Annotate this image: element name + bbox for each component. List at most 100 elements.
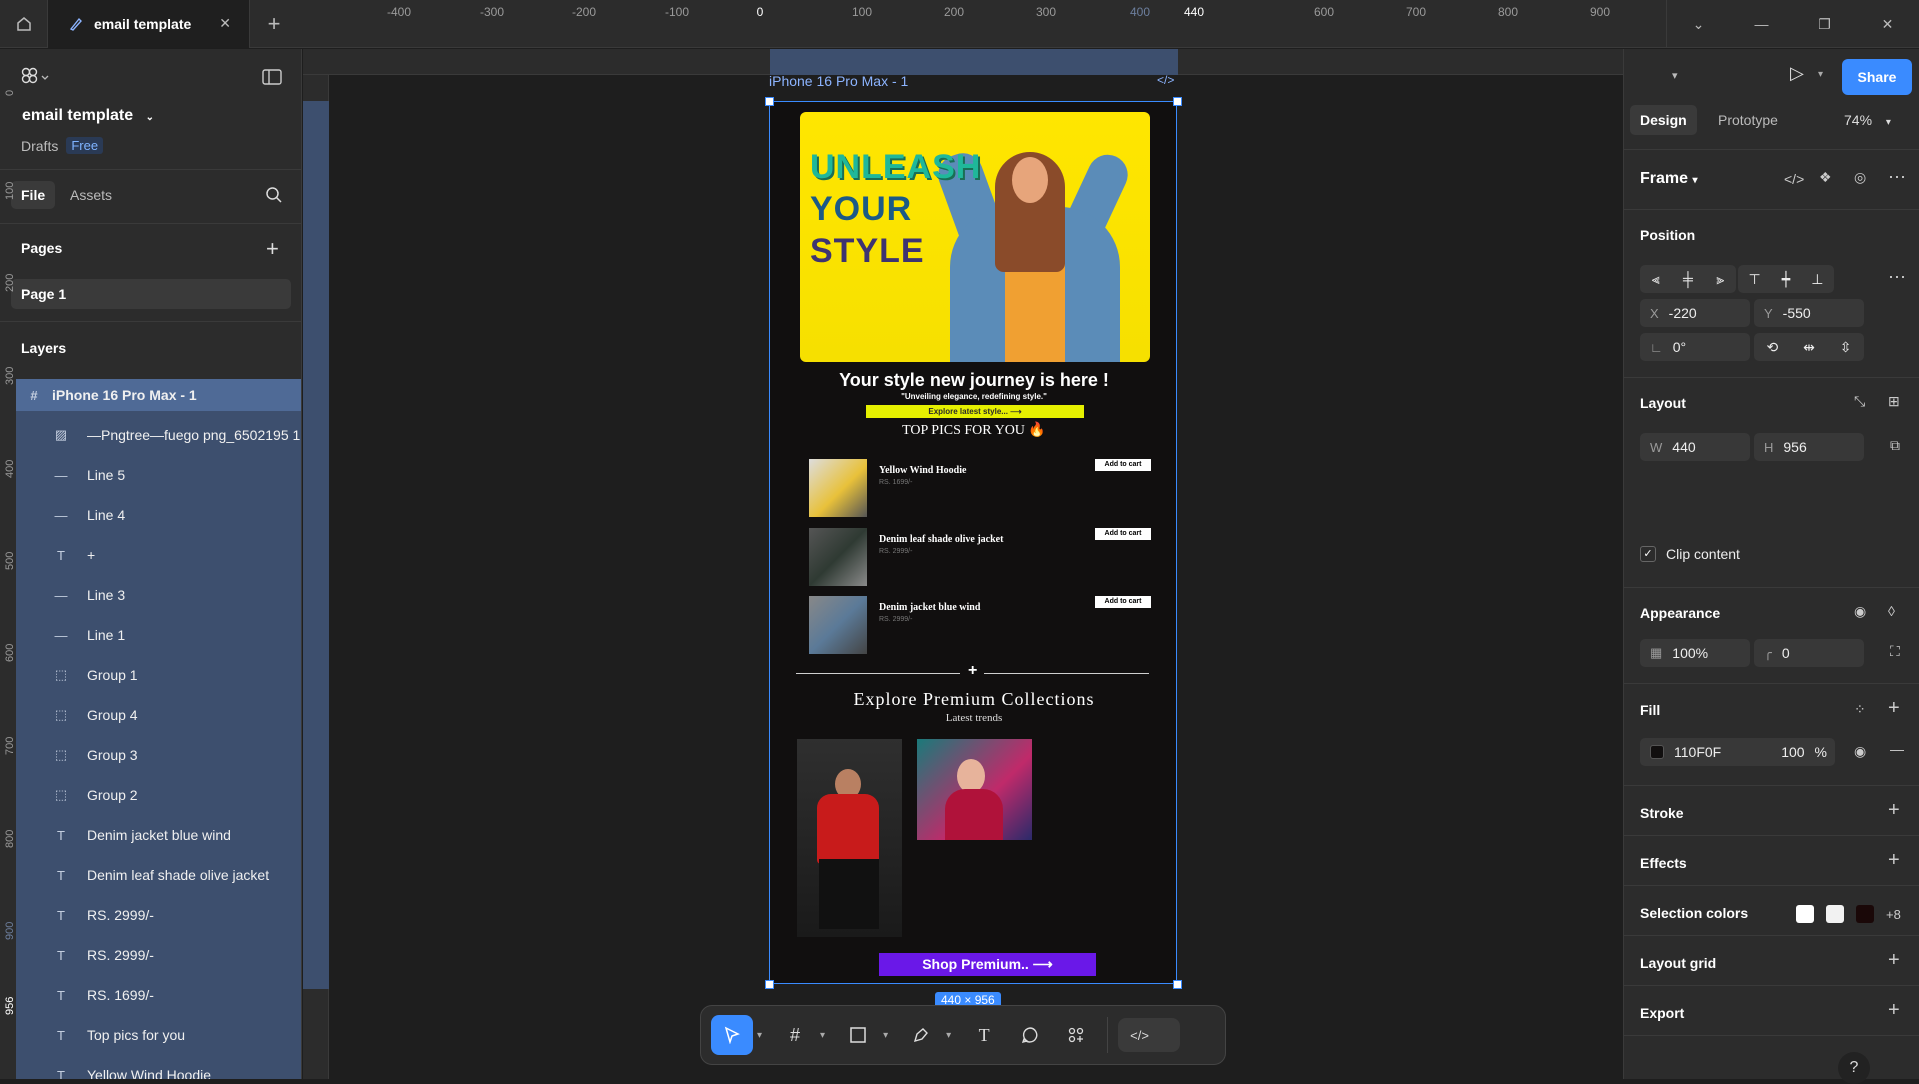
tab-file[interactable]: File — [11, 181, 56, 209]
code-icon[interactable]: </> — [1784, 171, 1804, 187]
home-button[interactable] — [0, 0, 48, 48]
add-to-cart-button[interactable]: Add to cart — [1095, 528, 1151, 540]
layer-item[interactable]: — Line 1 — [16, 619, 301, 651]
align-top-icon[interactable]: ⊤ — [1749, 271, 1761, 288]
width-field[interactable]: W 440 — [1640, 433, 1750, 461]
add-to-cart-button[interactable]: Add to cart — [1095, 459, 1151, 471]
move-tool[interactable] — [711, 1015, 753, 1055]
tab-assets[interactable]: Assets — [70, 187, 112, 203]
eye-icon[interactable]: ◉ — [1854, 603, 1866, 620]
add-effect-icon[interactable]: + — [1888, 849, 1900, 872]
component-icon[interactable]: ❖ — [1819, 169, 1832, 186]
layer-item[interactable]: T RS. 2999/- — [16, 939, 301, 971]
frame-tool[interactable]: # — [774, 1015, 816, 1055]
selection-colors-more[interactable]: +8 — [1886, 907, 1901, 922]
rotate-icon[interactable]: ⟲ — [1766, 339, 1778, 356]
x-field[interactable]: X -220 — [1640, 299, 1750, 327]
flip-vertical-icon[interactable]: ⇳ — [1840, 339, 1852, 356]
align-left-icon[interactable]: ⫷ — [1652, 271, 1660, 288]
align-right-icon[interactable]: ⫸ — [1716, 271, 1724, 288]
rectangle-tool[interactable] — [837, 1015, 879, 1055]
add-fill-icon[interactable]: + — [1888, 697, 1900, 720]
main-menu-button[interactable] — [20, 67, 50, 90]
page-item-page-1[interactable]: Page 1 — [11, 279, 291, 309]
layer-item[interactable]: T Yellow Wind Hoodie — [16, 1059, 301, 1079]
explore-cta-button[interactable]: Explore latest style... ⟶ — [866, 405, 1084, 418]
tab-email-template[interactable]: email template ✕ — [48, 0, 250, 48]
chevron-down-icon[interactable]: ▾ — [946, 1030, 951, 1041]
layer-item[interactable]: ⬚ Group 3 — [16, 739, 301, 771]
tab-design[interactable]: Design — [1630, 105, 1697, 135]
layer-item[interactable]: T RS. 2999/- — [16, 899, 301, 931]
file-name[interactable]: email template ⌄ — [22, 107, 154, 125]
styles-icon[interactable]: ⁘ — [1854, 701, 1866, 718]
close-tab-icon[interactable]: ✕ — [219, 15, 231, 32]
pen-tool[interactable] — [900, 1015, 942, 1055]
add-layout-grid-icon[interactable]: + — [1888, 949, 1900, 972]
corner-radius-field[interactable]: ╭ 0 — [1754, 639, 1864, 667]
more-icon[interactable]: ⋯ — [1888, 167, 1906, 188]
layer-item[interactable]: T Denim jacket blue wind — [16, 819, 301, 851]
opacity-field[interactable]: ▦ 100% — [1640, 639, 1750, 667]
add-to-cart-button[interactable]: Add to cart — [1095, 596, 1151, 608]
layer-item[interactable]: T Top pics for you — [16, 1019, 301, 1051]
constrain-proportions-icon[interactable]: ⧉ — [1890, 437, 1900, 454]
add-page-icon[interactable]: + — [266, 238, 279, 260]
chevron-down-icon[interactable]: ▾ — [883, 1030, 888, 1041]
y-field[interactable]: Y -550 — [1754, 299, 1864, 327]
help-button[interactable]: ? — [1838, 1052, 1870, 1084]
code-icon[interactable]: </> — [1157, 73, 1174, 87]
selection-color-swatch[interactable] — [1826, 905, 1844, 923]
chevron-down-icon[interactable]: ▾ — [1672, 69, 1678, 82]
fill-swatch[interactable] — [1650, 745, 1664, 759]
resize-handle[interactable] — [1173, 980, 1182, 989]
layer-item[interactable]: ⬚ Group 1 — [16, 659, 301, 691]
align-center-v-icon[interactable]: ┿ — [1782, 271, 1790, 288]
tabs-dropdown-icon[interactable]: ⌄ — [1667, 0, 1730, 48]
restore-icon[interactable]: ❐ — [1793, 0, 1856, 48]
text-tool[interactable]: T — [963, 1015, 1005, 1055]
resize-handle[interactable] — [765, 980, 774, 989]
resize-handle[interactable] — [765, 97, 774, 106]
tab-prototype[interactable]: Prototype — [1718, 112, 1778, 128]
actions-tool[interactable] — [1055, 1015, 1097, 1055]
height-field[interactable]: H 956 — [1754, 433, 1864, 461]
toggle-sidebar-button[interactable] — [262, 69, 282, 88]
layer-item[interactable]: — Line 4 — [16, 499, 301, 531]
align-bottom-icon[interactable]: ⊥ — [1811, 271, 1823, 288]
zoom-dropdown[interactable]: 74% ▾ — [1844, 112, 1891, 128]
layer-item[interactable]: — Line 3 — [16, 579, 301, 611]
comment-tool[interactable] — [1009, 1015, 1051, 1055]
add-stroke-icon[interactable]: + — [1888, 799, 1900, 822]
layer-item[interactable]: ▨ —Pngtree—fuego png_6502195 1 — [16, 419, 301, 451]
dev-mode-toggle[interactable]: </> — [1118, 1018, 1181, 1052]
blend-mode-icon[interactable]: ◊ — [1888, 603, 1895, 619]
mask-icon[interactable]: ◎ — [1854, 169, 1866, 186]
search-button[interactable] — [265, 186, 283, 207]
align-center-h-icon[interactable]: ╪ — [1683, 271, 1693, 287]
fill-color-field[interactable]: 110F0F 100 % — [1640, 738, 1835, 766]
frame-label[interactable]: iPhone 16 Pro Max - 1 — [769, 73, 908, 89]
clip-content-checkbox[interactable]: ✓ — [1640, 546, 1656, 562]
layer-item[interactable]: T + — [16, 539, 301, 571]
rotation-field[interactable]: ∟ 0° — [1640, 333, 1750, 361]
shop-premium-button[interactable]: Shop Premium.. ⟶ — [879, 953, 1096, 976]
minimize-icon[interactable]: — — [1730, 0, 1793, 48]
close-window-icon[interactable]: ✕ — [1856, 0, 1919, 48]
remove-fill-icon[interactable]: — — [1890, 741, 1904, 757]
auto-layout-icon[interactable]: ⊞ — [1888, 393, 1900, 410]
selection-color-swatch[interactable] — [1796, 905, 1814, 923]
layer-item[interactable]: T Denim leaf shade olive jacket — [16, 859, 301, 891]
chevron-down-icon[interactable]: ▾ — [757, 1030, 762, 1041]
add-export-icon[interactable]: + — [1888, 999, 1900, 1022]
email-frame[interactable]: UNLEASH YOUR STYLE Your style new journe… — [769, 101, 1177, 984]
share-button[interactable]: Share — [1842, 59, 1912, 95]
layer-item[interactable]: ⬚ Group 4 — [16, 699, 301, 731]
chevron-down-icon[interactable]: ▾ — [820, 1030, 825, 1041]
more-icon[interactable]: ⋯ — [1888, 267, 1906, 288]
resize-to-fit-icon[interactable]: ⤡ — [1854, 393, 1865, 410]
layer-item[interactable]: ⬚ Group 2 — [16, 779, 301, 811]
new-tab-button[interactable]: + — [250, 0, 298, 48]
flip-horizontal-icon[interactable]: ⇹ — [1803, 339, 1815, 356]
resize-handle[interactable] — [1173, 97, 1182, 106]
